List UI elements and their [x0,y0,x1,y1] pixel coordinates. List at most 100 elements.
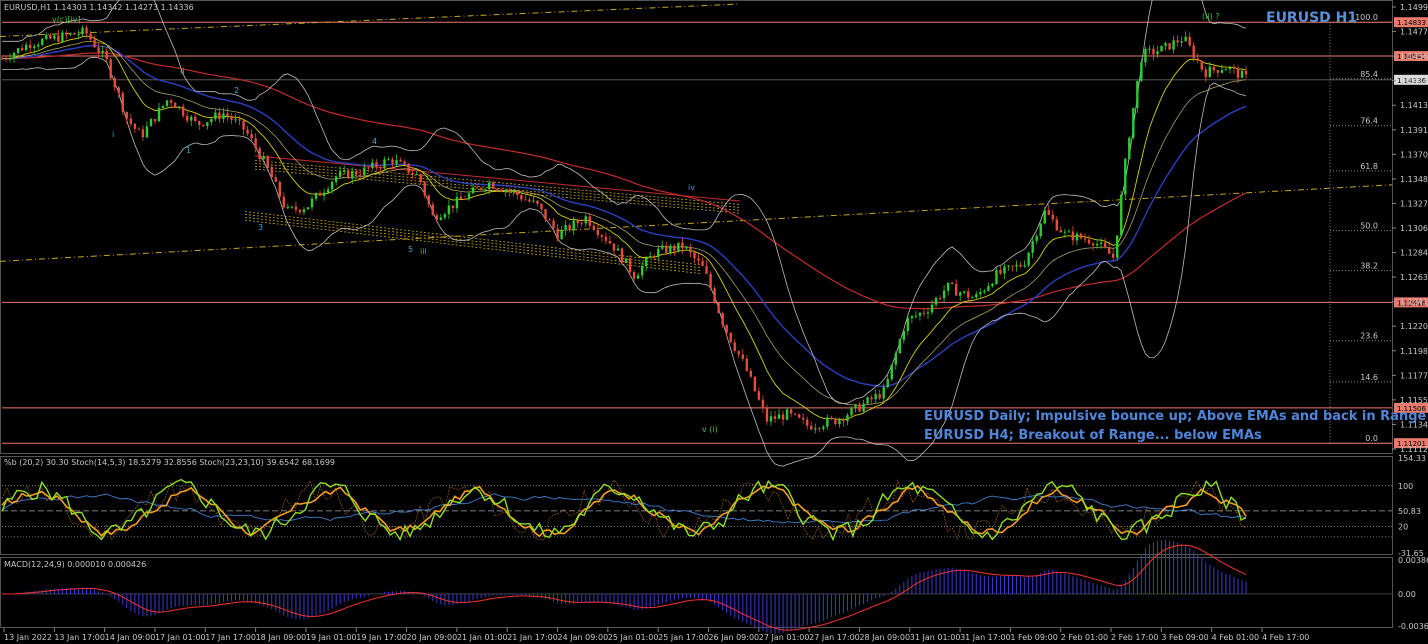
candle-body [1164,43,1167,46]
x-tick-label: 20 Jan 09:00 [407,633,458,642]
candle-body [113,78,116,88]
candle-body [854,404,857,408]
candle-body [157,107,161,122]
candle-body [818,428,821,430]
candle-body [391,159,394,164]
candle-body [822,426,825,429]
candle-body [1063,231,1067,233]
candle-body [0,58,4,60]
candle-body [298,209,302,213]
ema-khaki [2,40,1247,406]
x-tick-label: 21 Jan 01:00 [457,633,508,642]
y-tick-label: 1.12845 [1400,249,1428,258]
candle-body [439,217,443,221]
candle-body [588,216,592,226]
candle-body [1200,60,1203,70]
elliott-label-3: 3 [258,223,263,232]
candle-body [870,397,873,400]
candle-body [850,407,853,416]
candle-body [16,48,20,53]
candle-body [379,167,382,169]
x-tick-label: 14 Jan 09:00 [105,633,156,642]
candle-body [544,209,547,220]
candle-body [1228,67,1232,70]
osc-level-label: 50.83 [1398,507,1421,516]
oscillators: 154.3310050.8320-31.65 [1,454,1426,558]
candle-body [266,155,269,167]
candle-body [991,284,994,287]
candle-body [97,47,100,53]
candle-body [334,176,338,182]
candle-body [874,394,877,400]
x-tick-label: 27 Jan 17:00 [809,633,860,642]
candle-body [81,27,84,35]
fib-label: 0.0 [1365,434,1378,443]
fib-label: 23.6 [1360,332,1378,341]
candle-body [443,214,447,218]
candle-body [528,199,531,202]
macd-level-label: 0.00 [1398,590,1416,599]
x-tick-label: 25 Jan 01:00 [608,633,659,642]
candle-body [214,112,217,120]
candle-body [584,216,587,224]
candle-body [218,112,221,120]
channel-upper [254,160,741,205]
candle-body [447,205,451,215]
candle-body [1132,107,1135,138]
candle-body [343,170,346,172]
candle-body [125,111,129,119]
candle-body [1168,43,1171,50]
candle-body [89,33,92,40]
candle-body [330,181,334,190]
candle-body [395,160,398,164]
candle-body [612,243,616,251]
candle-body [367,167,370,169]
chart-title: EURUSD H1 [1266,10,1357,26]
candle-body [1184,36,1187,42]
x-tick-label: 1 Feb 09:00 [1010,633,1057,642]
candle-body [117,87,120,94]
candle-body [705,265,708,274]
candle-body [858,404,861,412]
candle-body [1144,49,1147,63]
candle-body [145,126,149,138]
candle-body [475,187,479,189]
candle-body [862,403,865,412]
candle-body [431,204,434,216]
candle-body [894,353,897,365]
fibonacci-levels: 100.0 85.4 76.4 61.8 50.0 38.2 23.6 14.6 0.0 [1329,13,1392,444]
candle-body [552,220,555,229]
x-tick-label: 28 Jan 09:00 [859,633,910,642]
candle-body [181,106,185,116]
candle-body [238,119,241,121]
price-level-label: 1.14833 [1397,19,1426,27]
main-panel [0,0,1393,454]
candle-body [322,192,326,196]
candle-body [508,190,511,192]
y-tick-label: 1.12630 [1400,273,1428,282]
candle-body [487,182,491,190]
candle-body [826,417,829,427]
candle-body [302,209,306,213]
candle-body [657,248,660,258]
candle-body [995,270,998,285]
candle-body [624,258,628,263]
candle-body [177,106,181,108]
candle-body [773,416,777,419]
candle-body [427,195,430,205]
candle-body [149,118,153,127]
candle-body [262,155,265,160]
candle-body [1099,242,1103,244]
candle-body [866,397,869,404]
price-chart[interactable]: 100.0 85.4 76.4 61.8 50.0 38.2 23.6 14.6 0.0 1.1… [0,0,1428,644]
candle-body [4,58,8,60]
annotation-h4: EURUSD H4; Breakout of Range... below EM… [924,428,1262,443]
candle-body [222,113,225,120]
candle-body [576,220,579,224]
candle-body [210,119,213,123]
y-tick-label: 1.11985 [1400,347,1428,356]
candle-body [93,39,96,48]
candle-body [194,116,197,121]
candle-body [363,167,366,176]
candle-body [914,315,918,317]
